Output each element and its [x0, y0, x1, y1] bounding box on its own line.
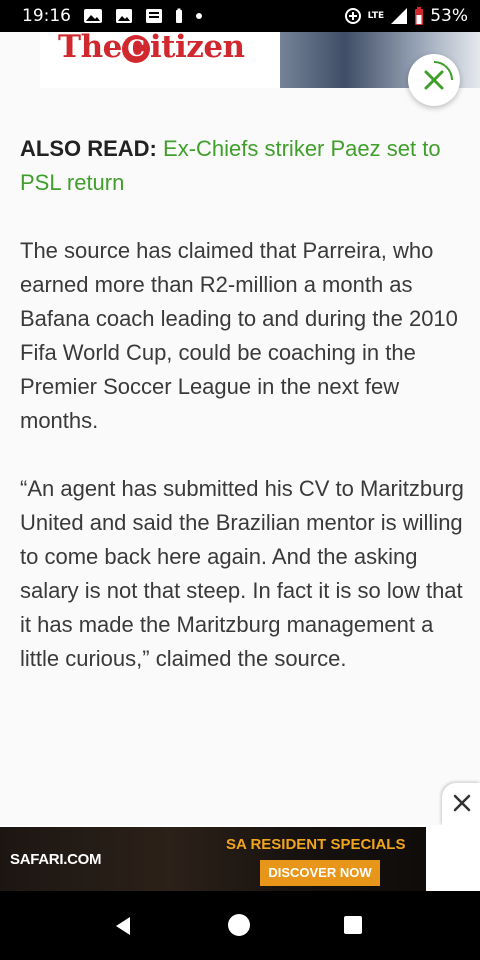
back-icon[interactable] [112, 915, 134, 942]
news-icon [145, 8, 163, 24]
dot-icon [195, 12, 203, 20]
recents-icon[interactable] [344, 916, 362, 934]
signal-icon [390, 7, 408, 25]
image-icon [115, 8, 133, 24]
logo-text: The Citizen [58, 32, 245, 63]
header-close-button[interactable] [408, 54, 460, 106]
also-read: ALSO READ: Ex-Chiefs striker Paez set to… [20, 132, 465, 200]
ad-area: SAFARI.COM SA RESIDENT SPECIALS DISCOVER… [0, 825, 480, 891]
logo-pre: The [58, 32, 122, 65]
site-logo[interactable]: The Citizen [40, 32, 280, 88]
close-icon [453, 794, 471, 812]
ad-cta-button[interactable]: DISCOVER NOW [260, 860, 380, 886]
home-icon[interactable] [228, 914, 250, 936]
lte-icon: LTE [367, 10, 385, 21]
article-paragraph: “An agent has submitted his CV to Maritz… [20, 476, 464, 671]
battery-level: 53% [430, 6, 468, 26]
photo-icon [83, 8, 103, 24]
ad-close-button[interactable] [442, 783, 480, 825]
battery-icon [414, 6, 424, 26]
data-saver-icon [344, 7, 362, 25]
article-body: ALSO READ: Ex-Chiefs striker Paez set to… [20, 132, 465, 710]
ad-headline: SA RESIDENT SPECIALS [226, 836, 406, 853]
network-type: LTE [367, 10, 385, 21]
close-icon [424, 61, 453, 90]
ad-banner[interactable]: SAFARI.COM SA RESIDENT SPECIALS DISCOVER… [0, 827, 426, 891]
battery-small-icon [175, 8, 183, 24]
logo-badge: C [121, 34, 150, 63]
article-paragraph: The source has claimed that Parreira, wh… [20, 238, 458, 433]
also-read-label: ALSO READ: [20, 136, 157, 161]
navigation-bar [0, 891, 480, 960]
ad-brand: SAFARI.COM [10, 851, 102, 868]
status-bar: 19:16 LTE 53% [0, 0, 480, 32]
logo-post: itizen [149, 32, 245, 65]
status-time: 19:16 [22, 6, 71, 26]
